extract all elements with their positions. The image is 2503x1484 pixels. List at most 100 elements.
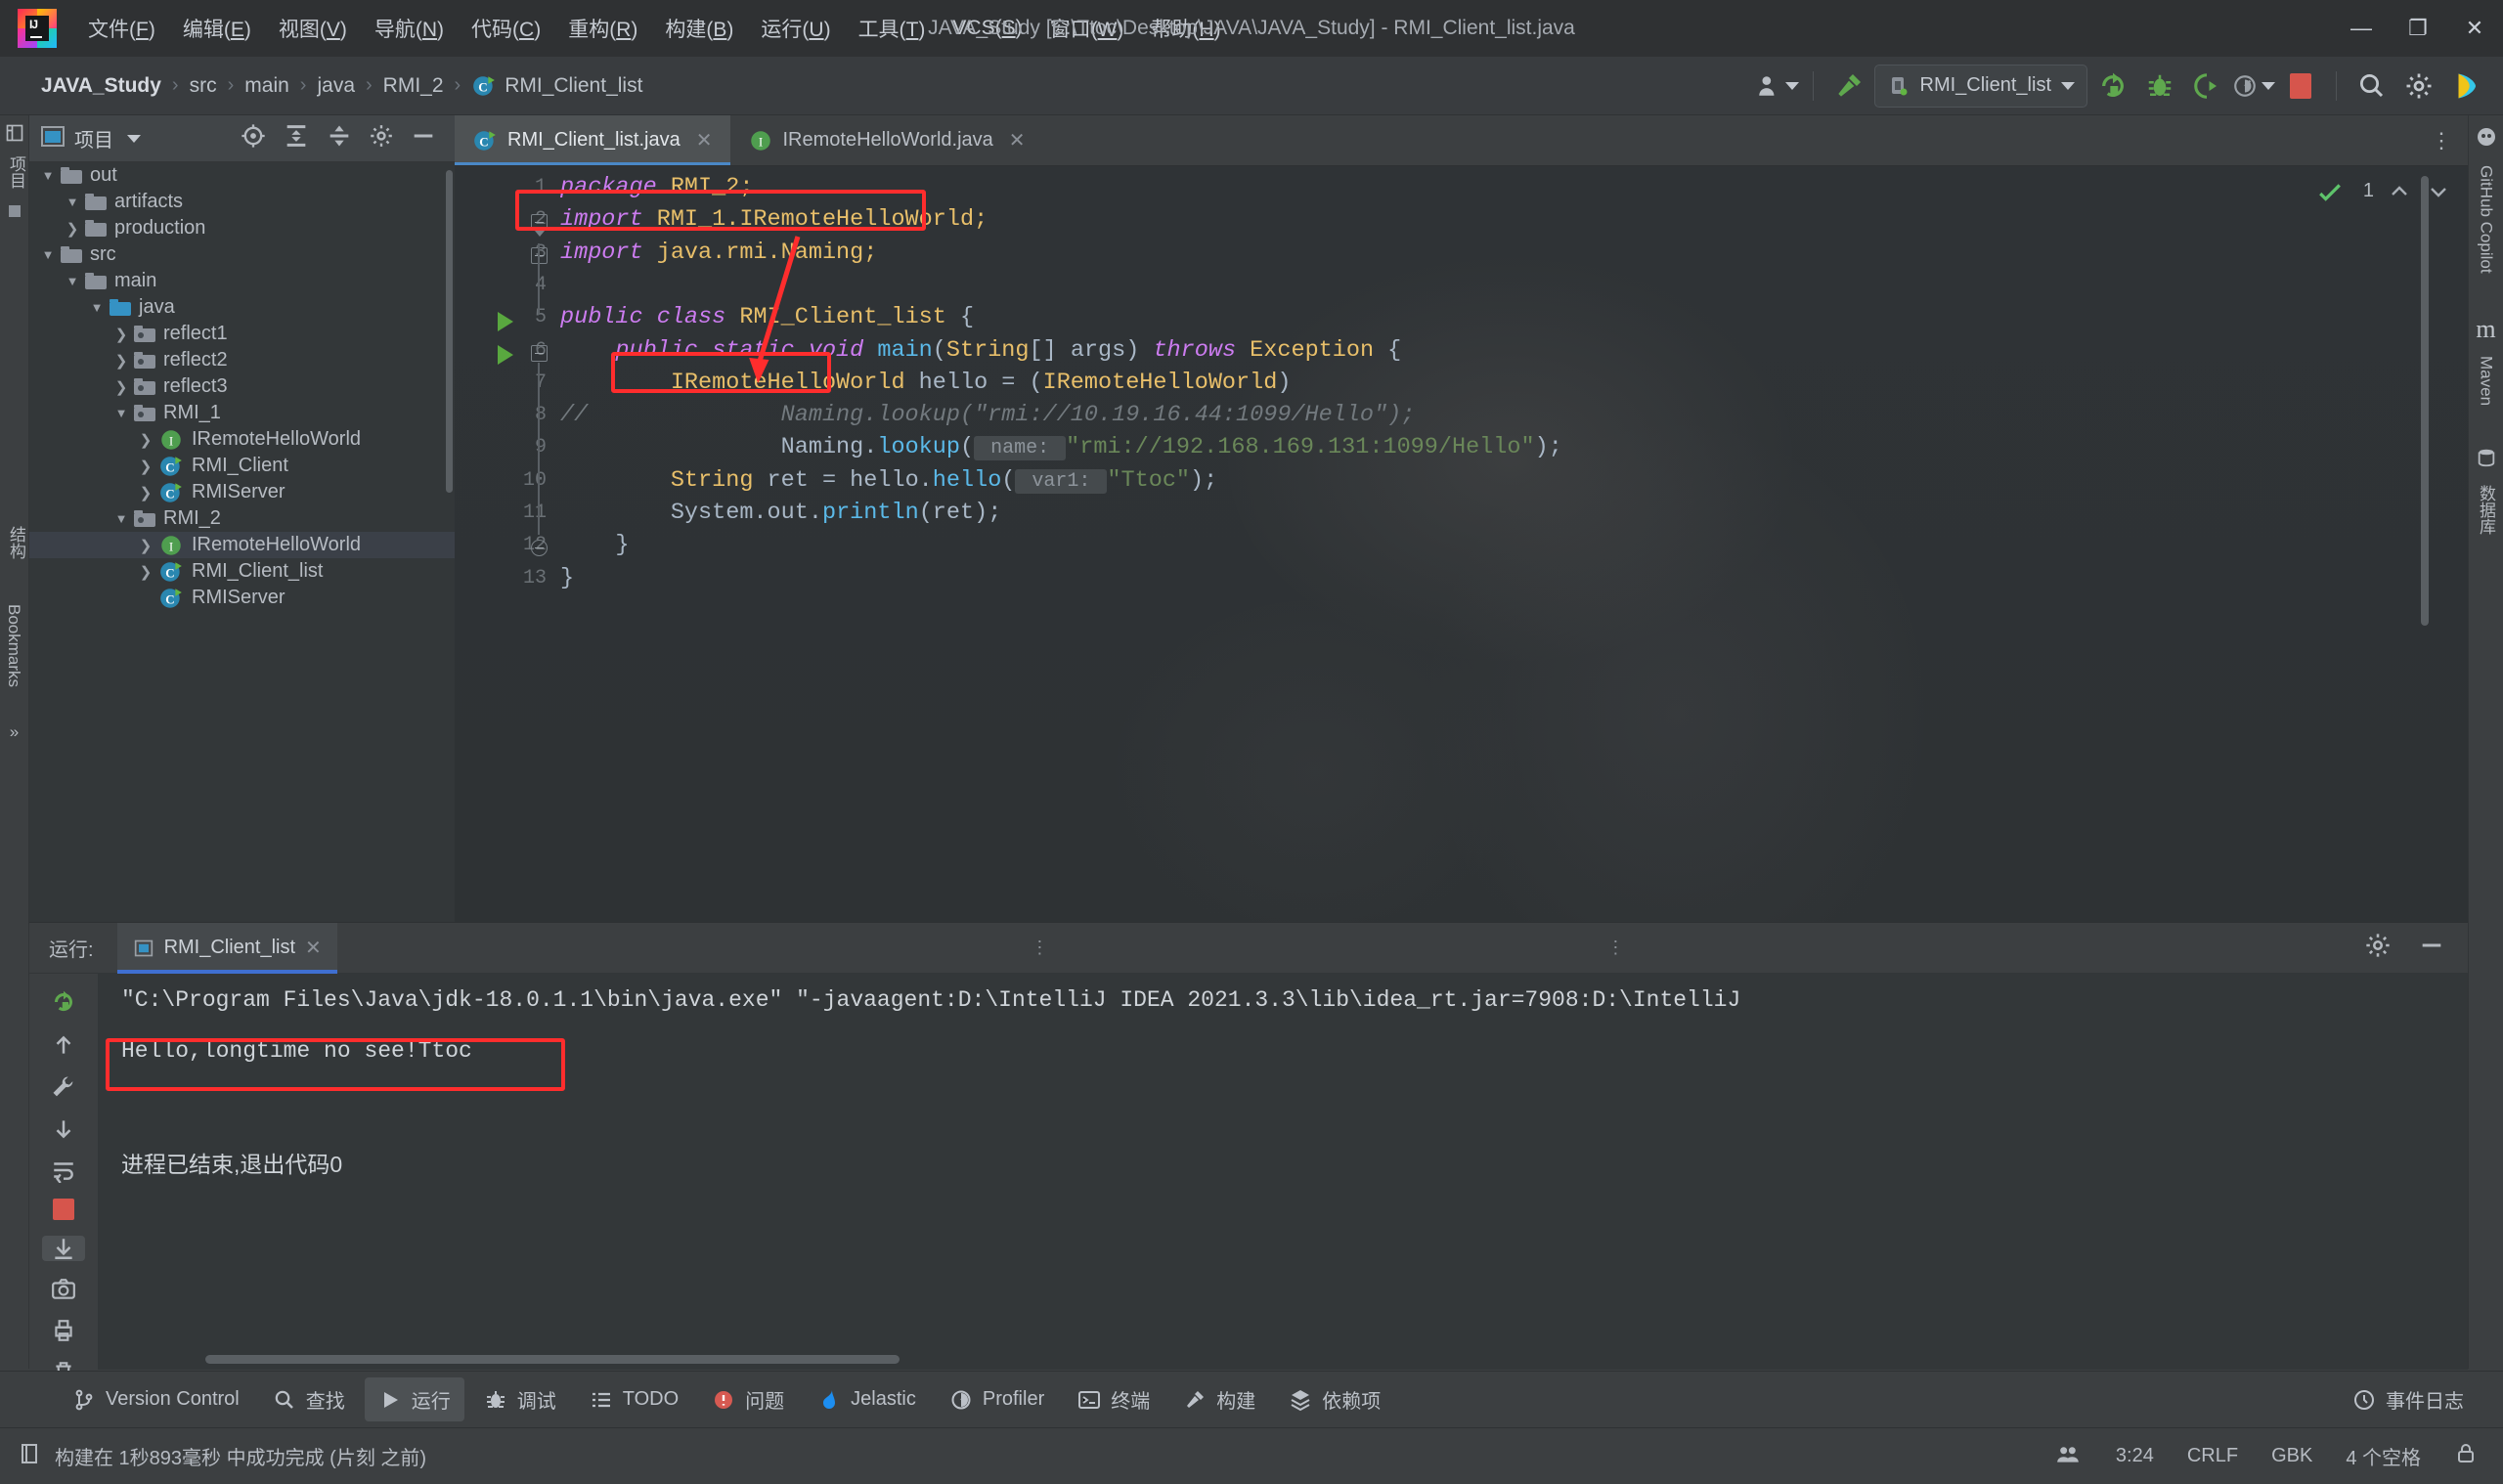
code-line-11[interactable]: System.out.println(ret); xyxy=(560,500,1002,526)
chevron-down-icon[interactable]: ▼ xyxy=(35,247,61,262)
editor-scrollbar[interactable] xyxy=(2421,176,2429,626)
tree-node-reflect3[interactable]: ❯ reflect3 xyxy=(29,373,455,400)
run-settings-gear-icon[interactable] xyxy=(2364,932,2392,964)
run-configuration-selector[interactable]: RMI_Client_list xyxy=(1873,64,2087,108)
tree-node-out[interactable]: ▼ out xyxy=(29,162,455,189)
screenshot-icon[interactable] xyxy=(42,1277,85,1302)
minimize-button[interactable]: — xyxy=(2333,0,2390,57)
maven-icon[interactable]: m xyxy=(2476,315,2495,344)
stripe-item-maven[interactable]: Maven xyxy=(2477,356,2496,406)
stripe-item-copilot[interactable]: GitHub Copilot xyxy=(2477,165,2496,274)
code-with-me-icon[interactable] xyxy=(2053,1441,2083,1472)
chevron-right-icon[interactable]: ❯ xyxy=(133,537,158,554)
scroll-to-end-icon[interactable] xyxy=(42,1236,85,1261)
copilot-icon[interactable] xyxy=(2475,125,2498,153)
caret-position[interactable]: 3:24 xyxy=(2116,1445,2154,1467)
close-tab-icon[interactable]: ✕ xyxy=(1009,128,1026,153)
menu-item-3[interactable]: 导航(N) xyxy=(361,8,458,49)
stripe-item-bookmarks[interactable]: Bookmarks xyxy=(0,596,27,695)
project-stripe-icon[interactable] xyxy=(0,115,28,148)
chevron-down-icon[interactable]: ▼ xyxy=(35,168,61,183)
tree-node-src[interactable]: ▼ src xyxy=(29,241,455,268)
tree-node-IRemoteHelloWorld[interactable]: ❯ I IRemoteHelloWorld xyxy=(29,426,455,453)
tool-window-button-TODO[interactable]: TODO xyxy=(576,1380,692,1419)
stripe-item-project[interactable]: 项目 xyxy=(0,148,32,196)
code-line-8[interactable]: // Naming.lookup("rmi://10.19.16.44:1099… xyxy=(560,402,1415,428)
expand-all-icon[interactable] xyxy=(283,122,310,154)
breadcrumb-item-RMI_Client_list[interactable]: C RMI_Client_list xyxy=(465,73,648,99)
tool-window-button-查找[interactable]: 查找 xyxy=(259,1377,359,1421)
commit-stripe-icon[interactable] xyxy=(0,196,28,225)
tool-window-button-Version Control[interactable]: Version Control xyxy=(59,1380,253,1419)
stop-process-icon[interactable] xyxy=(42,1199,85,1220)
scroll-down-icon[interactable] xyxy=(42,1116,85,1142)
hide-run-panel-icon[interactable] xyxy=(2417,932,2446,964)
tool-window-button-终端[interactable]: 终端 xyxy=(1064,1377,1164,1421)
menu-item-7[interactable]: 运行(U) xyxy=(747,8,844,49)
chevron-down-icon[interactable]: ▼ xyxy=(60,274,85,288)
chevron-down-icon[interactable]: ▼ xyxy=(109,406,134,420)
chevron-right-icon[interactable]: ❯ xyxy=(133,484,158,502)
hide-panel-icon[interactable] xyxy=(410,122,437,154)
next-problem-icon[interactable] xyxy=(2427,180,2450,209)
collapse-all-icon[interactable] xyxy=(326,122,353,154)
code-line-6[interactable]: public static void main(String[] args) t… xyxy=(560,337,1401,364)
wrench-icon[interactable] xyxy=(42,1073,85,1101)
tool-window-button-event-log[interactable]: 事件日志 xyxy=(2339,1377,2478,1421)
tree-node-RMI_Client[interactable]: ❯ C RMI_Client xyxy=(29,453,455,479)
profile-icon[interactable] xyxy=(2232,65,2275,108)
tree-node-RMIServer[interactable]: ❯ C RMIServer xyxy=(29,479,455,505)
stripe-more-icon[interactable]: » xyxy=(0,715,28,750)
tree-node-IRemoteHelloWorld[interactable]: ❯ I IRemoteHelloWorld xyxy=(29,532,455,558)
debug-bug-icon[interactable] xyxy=(2138,65,2181,108)
tool-window-button-依赖项[interactable]: 依赖项 xyxy=(1275,1377,1394,1421)
project-tree-scrollbar[interactable] xyxy=(446,170,453,493)
breadcrumb-item-JAVA_Study[interactable]: JAVA_Study xyxy=(35,74,167,98)
editor-gutter[interactable]: 1 2 3 4 5 6 7 8 9 10 11 12 13 xyxy=(455,166,560,922)
project-tree[interactable]: ▼ out ▼ artifacts ❯ production ▼ src ▼ main ▼ java ❯… xyxy=(29,162,455,922)
build-hammer-icon[interactable] xyxy=(1827,65,1870,108)
breadcrumb-item-java[interactable]: java xyxy=(311,74,361,98)
code-line-7[interactable]: IRemoteHelloWorld hello = (IRemoteHelloW… xyxy=(560,370,1292,396)
project-settings-gear-icon[interactable] xyxy=(369,123,394,153)
menu-item-2[interactable]: 视图(V) xyxy=(265,8,361,49)
tree-node-RMI_1[interactable]: ▼ RMI_1 xyxy=(29,400,455,426)
editor-options-icon[interactable]: ⋮ xyxy=(2415,115,2468,165)
tree-node-artifacts[interactable]: ▼ artifacts xyxy=(29,189,455,215)
menu-item-11[interactable]: 帮助(H) xyxy=(1137,8,1234,49)
run-gutter-icon[interactable] xyxy=(498,312,513,332)
chevron-right-icon[interactable]: ❯ xyxy=(109,378,134,396)
tree-node-java[interactable]: ▼ java xyxy=(29,294,455,321)
chevron-down-icon[interactable]: ▼ xyxy=(109,511,134,526)
code-line-10[interactable]: String ret = hello.hello( var1: "Ttoc"); xyxy=(560,467,1217,494)
code-fold-icon[interactable] xyxy=(531,214,548,238)
tree-node-main[interactable]: ▼ main xyxy=(29,268,455,294)
run-tab[interactable]: RMI_Client_list ✕ xyxy=(116,922,338,974)
tree-node-reflect2[interactable]: ❯ reflect2 xyxy=(29,347,455,373)
close-button[interactable]: ✕ xyxy=(2446,0,2503,57)
menu-item-5[interactable]: 重构(R) xyxy=(554,8,651,49)
close-tab-icon[interactable]: ✕ xyxy=(696,128,713,153)
line-separator[interactable]: CRLF xyxy=(2187,1445,2238,1467)
database-icon[interactable] xyxy=(2476,447,2497,473)
tree-node-RMIServer[interactable]: C RMIServer xyxy=(29,585,455,611)
code-line-1[interactable]: package RMI_2; xyxy=(560,174,753,200)
menu-item-0[interactable]: 文件(F) xyxy=(74,8,169,49)
tool-window-button-调试[interactable]: 调试 xyxy=(470,1377,570,1421)
settings-gear-icon[interactable] xyxy=(2397,65,2440,108)
chevron-right-icon[interactable]: ❯ xyxy=(109,352,134,370)
run-icon[interactable] xyxy=(2091,65,2134,108)
editor-tab-IRemoteHelloWorld.java[interactable]: I IRemoteHelloWorld.java ✕ xyxy=(730,115,1043,165)
code-line-3[interactable]: import java.rmi.Naming; xyxy=(560,240,877,266)
file-encoding[interactable]: GBK xyxy=(2271,1445,2312,1467)
tool-window-button-Profiler[interactable]: Profiler xyxy=(936,1380,1058,1419)
stripe-item-structure[interactable]: 结构 xyxy=(0,518,32,567)
rerun-icon[interactable] xyxy=(42,987,85,1017)
chevron-down-icon[interactable]: ▼ xyxy=(84,300,110,315)
menu-item-10[interactable]: 窗口(W) xyxy=(1036,8,1138,49)
run-splitter-handle-2[interactable]: ⋮ xyxy=(1606,938,1627,958)
run-with-coverage-icon[interactable] xyxy=(2185,65,2228,108)
print-icon[interactable] xyxy=(42,1318,85,1343)
chevron-right-icon[interactable]: ❯ xyxy=(133,563,158,581)
tool-window-button-运行[interactable]: 运行 xyxy=(364,1377,464,1421)
